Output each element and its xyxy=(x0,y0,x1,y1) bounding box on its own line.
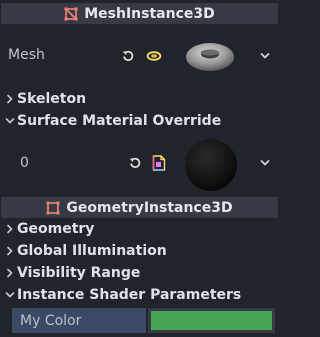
category-label: Surface Material Override xyxy=(17,112,222,129)
surface-material-row-0: 0 xyxy=(1,134,278,196)
shader-param-row: My Color xyxy=(1,306,278,334)
chevron-right-icon xyxy=(4,245,16,257)
inspector-panel: MeshInstance3D Mesh Skeleton Surface Mat… xyxy=(0,0,286,337)
shader-param-label-text: My Color xyxy=(20,312,82,329)
chevron-down-icon[interactable] xyxy=(259,50,271,62)
color-swatch-fill xyxy=(151,311,272,330)
section-header-mesh-instance-3d: MeshInstance3D xyxy=(1,3,278,24)
torus-mesh-icon xyxy=(146,50,162,62)
mesh-label: Mesh xyxy=(8,47,45,63)
category-visibility-range[interactable]: Visibility Range xyxy=(1,262,278,283)
revert-icon[interactable] xyxy=(128,156,142,170)
shader-param-label: My Color xyxy=(12,308,146,333)
section-title: MeshInstance3D xyxy=(84,5,215,22)
category-skeleton[interactable]: Skeleton xyxy=(1,88,278,109)
category-instance-shader-parameters[interactable]: Instance Shader Parameters xyxy=(1,284,278,305)
category-label: Skeleton xyxy=(17,90,87,107)
geometry-instance-3d-icon xyxy=(46,201,60,215)
section-title: GeometryInstance3D xyxy=(66,199,233,216)
chevron-down-icon xyxy=(4,289,16,301)
chevron-down-icon[interactable] xyxy=(259,157,271,169)
category-label: Geometry xyxy=(17,220,95,237)
revert-icon[interactable] xyxy=(121,49,135,63)
category-global-illumination[interactable]: Global Illumination xyxy=(1,240,278,261)
chevron-down-icon xyxy=(4,115,16,127)
torus-mesh-preview[interactable] xyxy=(184,39,236,73)
chevron-right-icon xyxy=(4,267,16,279)
category-surface-material-override[interactable]: Surface Material Override xyxy=(1,110,278,131)
mesh-property-row: Mesh xyxy=(1,30,278,82)
section-header-geometry-instance-3d: GeometryInstance3D xyxy=(1,197,278,218)
chevron-right-icon xyxy=(4,93,16,105)
category-label: Instance Shader Parameters xyxy=(17,286,242,303)
chevron-right-icon xyxy=(4,223,16,235)
surface-index-label: 0 xyxy=(20,155,29,171)
category-label: Visibility Range xyxy=(17,264,141,281)
material-sphere-preview[interactable] xyxy=(184,138,238,192)
category-geometry[interactable]: Geometry xyxy=(1,218,278,239)
category-label: Global Illumination xyxy=(17,242,167,259)
mesh-instance-3d-icon xyxy=(64,7,78,21)
material-resource-icon xyxy=(152,155,166,171)
color-picker-button[interactable] xyxy=(148,308,275,333)
